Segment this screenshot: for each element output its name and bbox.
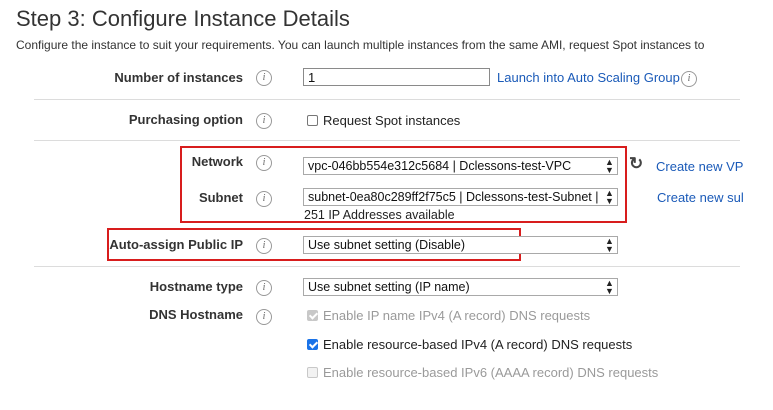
info-icon[interactable]: i [256, 70, 272, 86]
subnet-select-value: subnet-0ea80c289ff2f75c5 | Dclessons-tes… [308, 190, 599, 204]
dns-option-ipv4[interactable]: Enable resource-based IPv4 (A record) DN… [307, 337, 632, 352]
launch-asg-link[interactable]: Launch into Auto Scaling Group [497, 70, 680, 85]
subnet-select[interactable]: subnet-0ea80c289ff2f75c5 | Dclessons-tes… [303, 188, 618, 206]
info-icon[interactable]: i [256, 191, 272, 207]
row-divider [34, 140, 740, 141]
dns-option-ipv6[interactable]: Enable resource-based IPv6 (AAAA record)… [307, 365, 658, 380]
info-icon[interactable]: i [256, 113, 272, 129]
network-label: Network [191, 154, 243, 169]
hostname-type-select-value: Use subnet setting (IP name) [308, 280, 470, 294]
spot-option[interactable]: Request Spot instances [307, 113, 460, 128]
dns-ip-name-label: Enable IP name IPv4 (A record) DNS reque… [323, 308, 591, 323]
purchasing-label: Purchasing option [128, 112, 243, 127]
dns-ipv4-checkbox[interactable] [307, 339, 318, 350]
dns-hostname-label: DNS Hostname [149, 307, 243, 322]
dns-ipv6-checkbox[interactable] [307, 367, 318, 378]
create-vpc-link[interactable]: Create new VP [656, 159, 743, 174]
dns-option-ip-name[interactable]: Enable IP name IPv4 (A record) DNS reque… [307, 308, 590, 323]
dns-ip-name-checkbox[interactable] [307, 310, 318, 321]
hostname-type-label: Hostname type [149, 279, 243, 294]
refresh-icon[interactable]: ↻ [629, 154, 643, 174]
dns-ipv4-label: Enable resource-based IPv4 (A record) DN… [323, 337, 633, 352]
info-icon[interactable]: i [256, 238, 272, 254]
dns-ipv6-label: Enable resource-based IPv6 (AAAA record)… [323, 365, 659, 380]
public-ip-select[interactable]: Use subnet setting (Disable) ▲ ▼ [303, 236, 618, 254]
select-arrows-icon: ▲ ▼ [605, 188, 614, 206]
select-arrows-icon: ▲ ▼ [605, 236, 614, 254]
network-select[interactable]: vpc-046bb554e312c5684 | Dclessons-test-V… [303, 157, 618, 175]
info-icon[interactable]: i [256, 155, 272, 171]
info-icon[interactable]: i [256, 309, 272, 325]
instances-label: Number of instances [114, 70, 243, 85]
subnet-label: Subnet [198, 190, 243, 205]
subnet-availability: 251 IP Addresses available [304, 208, 455, 222]
info-icon[interactable]: i [681, 71, 697, 87]
info-icon[interactable]: i [256, 280, 272, 296]
page-title: Step 3: Configure Instance Details [16, 6, 350, 31]
network-select-value: vpc-046bb554e312c5684 | Dclessons-test-V… [308, 159, 572, 173]
spot-checkbox-label: Request Spot instances [323, 113, 461, 128]
spot-checkbox[interactable] [307, 115, 318, 126]
row-divider [34, 99, 740, 100]
public-ip-select-value: Use subnet setting (Disable) [308, 238, 466, 252]
public-ip-label: Auto-assign Public IP [109, 237, 243, 252]
select-arrows-icon: ▲ ▼ [605, 278, 614, 296]
create-subnet-link[interactable]: Create new sul [657, 190, 744, 205]
hostname-type-select[interactable]: Use subnet setting (IP name) ▲ ▼ [303, 278, 618, 296]
instances-input[interactable] [303, 68, 490, 86]
select-arrows-icon: ▲ ▼ [605, 157, 614, 175]
page-subtitle: Configure the instance to suit your requ… [16, 38, 705, 52]
row-divider [34, 266, 740, 267]
